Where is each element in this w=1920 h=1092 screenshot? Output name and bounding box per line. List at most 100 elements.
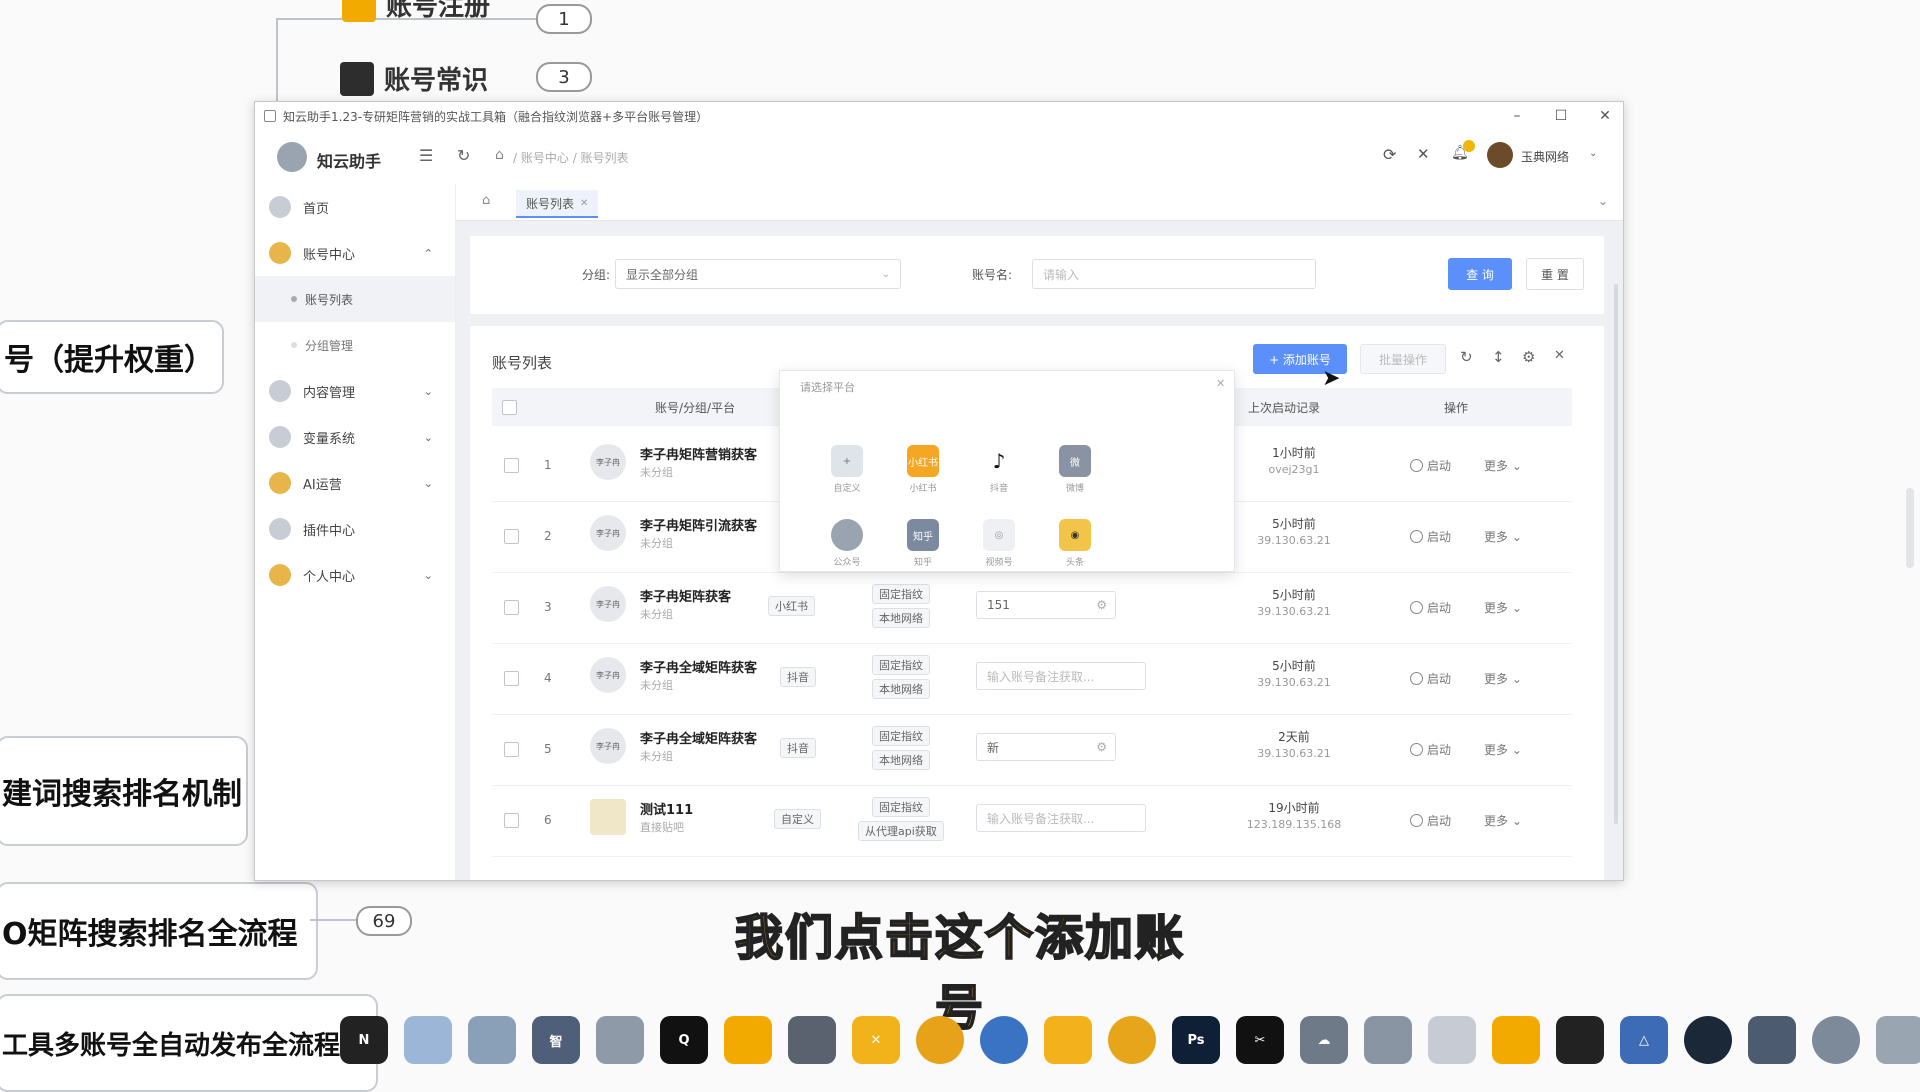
platform-xiaohongshu[interactable]: 小红书 小红书 [888,445,958,494]
map-icon[interactable] [916,1016,964,1064]
gear-icon[interactable]: ⚙ [1096,598,1107,612]
close-icon[interactable]: ✕ [580,198,588,209]
select-all-checkbox[interactable] [502,400,517,415]
chart-icon[interactable] [1108,1016,1156,1064]
mindmap-node-process[interactable]: O矩阵搜索排名全流程 [0,882,318,980]
close-icon[interactable]: ✕ [1595,106,1615,126]
breadcrumb-item[interactable]: 账号中心 [521,151,569,165]
home-icon[interactable]: ⌂ [482,193,490,208]
more-dropdown[interactable]: 更多 ⌄ [1484,457,1522,474]
platform-channels[interactable]: ◎ 视频号 [964,519,1034,568]
qq-icon[interactable]: Q [660,1016,708,1064]
group-select[interactable]: 显示全部分组 ⌄ [615,259,901,289]
remark-input[interactable]: 新 ⚙ [976,733,1116,761]
sidebar-item-ai[interactable]: AI运营 ⌄ [255,460,455,506]
edge-icon[interactable] [980,1016,1028,1064]
remark-input[interactable]: 输入账号备注获取... [976,662,1146,690]
sidebar-item-personal[interactable]: 个人中心 ⌄ [255,552,455,598]
row-checkbox[interactable] [504,458,519,473]
fullscreen-icon[interactable]: ✕ [1554,348,1565,363]
row-checkbox[interactable] [504,671,519,686]
platform-custom[interactable]: + 自定义 [812,445,882,494]
platform-zhihu[interactable]: 知乎 知乎 [888,519,958,568]
remark-input[interactable]: 输入账号备注获取... [976,804,1146,832]
page-scrollbar[interactable] [1906,488,1914,568]
reset-button[interactable]: 重 置 [1526,258,1584,290]
minimize-icon[interactable]: – [1507,106,1527,126]
account-name[interactable]: 测试111 [640,799,693,818]
window-icon[interactable] [1876,1016,1920,1064]
mindmap-node-keyword[interactable]: 建词搜索排名机制 [0,736,248,846]
mindmap-node-tools[interactable]: 工具多账号全自动发布全流程演示 [0,994,378,1092]
fullscreen-icon[interactable]: ✕ [1417,145,1430,163]
chevron-down-icon[interactable]: ⌄ [1589,148,1597,159]
ps-icon[interactable]: Ps [1172,1016,1220,1064]
search-icon[interactable] [1812,1016,1860,1064]
remark-input[interactable]: 151 ⚙ [976,591,1116,619]
row-checkbox[interactable] [504,742,519,757]
cluster-icon[interactable] [1364,1016,1412,1064]
user-name[interactable]: 玉典网络 [1521,148,1569,165]
sidebar-sub-group-manage[interactable]: 分组管理 [255,322,455,368]
settings-icon[interactable]: ⚙ [1522,348,1535,366]
gear-icon[interactable]: ⚙ [1096,740,1107,754]
more-dropdown[interactable]: 更多 ⌄ [1484,599,1522,616]
platform-wechat-mp[interactable]: 公众号 [812,519,882,568]
app-icon[interactable] [788,1016,836,1064]
folder-icon[interactable] [404,1016,452,1064]
start-button[interactable]: 启动 [1410,812,1451,829]
account-name[interactable]: 李子冉矩阵获客 [640,586,731,605]
account-name[interactable]: 李子冉全域矩阵获客 [640,728,757,747]
menu-toggle-icon[interactable]: ☰ [419,146,433,165]
sidebar-item-content[interactable]: 内容管理 ⌄ [255,368,455,414]
scrollbar[interactable] [1614,284,1618,824]
maximize-icon[interactable]: ☐ [1551,106,1571,126]
cloud-icon[interactable]: ☁ [1300,1016,1348,1064]
sidebar-item-plugins[interactable]: 插件中心 [255,506,455,552]
shield-icon[interactable] [1492,1016,1540,1064]
search-button[interactable]: 查 询 [1448,258,1512,290]
more-dropdown[interactable]: 更多 ⌄ [1484,812,1522,829]
sidebar-item-variables[interactable]: 变量系统 ⌄ [255,414,455,460]
platform-douyin[interactable]: ♪ 抖音 [964,445,1034,494]
sidebar-item-account-center[interactable]: 账号中心 ⌃ [255,230,455,276]
mountain-icon[interactable]: △ [1620,1016,1668,1064]
pin-icon[interactable] [1748,1016,1796,1064]
home-icon[interactable]: ⌂ [495,147,504,163]
more-dropdown[interactable]: 更多 ⌄ [1484,741,1522,758]
mindmap-node-register[interactable]: 账号注册 [342,0,490,23]
mindmap-node-weight[interactable]: 号（提升权重） [0,320,224,394]
avatar[interactable] [1487,142,1513,168]
zhi-icon[interactable]: 智 [532,1016,580,1064]
account-name[interactable]: 李子冉全域矩阵获客 [640,657,757,676]
chevron-down-icon[interactable]: ⌄ [1598,194,1608,208]
row-checkbox[interactable] [504,529,519,544]
platform-toutiao[interactable]: ◉ 头条 [1040,519,1110,568]
more-dropdown[interactable]: 更多 ⌄ [1484,528,1522,545]
refresh-icon[interactable]: ↻ [1460,348,1473,366]
robot-icon[interactable] [468,1016,516,1064]
batch-button[interactable]: 批量操作 [1360,344,1446,374]
mindmap-node-accounts[interactable]: 账号常识 [340,60,488,97]
start-button[interactable]: 启动 [1410,741,1451,758]
wechat-icon[interactable] [596,1016,644,1064]
start-button[interactable]: 启动 [1410,670,1451,687]
capcut-icon[interactable]: ✂ [1236,1016,1284,1064]
start-button[interactable]: 启动 [1410,528,1451,545]
x-icon[interactable]: ✕ [852,1016,900,1064]
close-icon[interactable]: ✕ [1216,377,1225,390]
nexus-icon[interactable]: N [340,1016,388,1064]
app2-icon[interactable] [1556,1016,1604,1064]
start-button[interactable]: 启动 [1410,599,1451,616]
start-button[interactable]: 启动 [1410,457,1451,474]
sidebar-sub-account-list[interactable]: 账号列表 [255,276,455,322]
row-checkbox[interactable] [504,600,519,615]
capture-icon[interactable] [724,1016,772,1064]
sidebar-item-home[interactable]: 首页 [255,184,455,230]
platform-weibo[interactable]: 微 微博 [1040,445,1110,494]
row-checkbox[interactable] [504,813,519,828]
account-name-input[interactable]: 请输入 [1032,259,1316,289]
column-height-icon[interactable]: ↕ [1492,348,1505,366]
account-name[interactable]: 李子冉矩阵引流获客 [640,515,757,534]
tab-account-list[interactable]: 账号列表 ✕ [516,190,599,218]
